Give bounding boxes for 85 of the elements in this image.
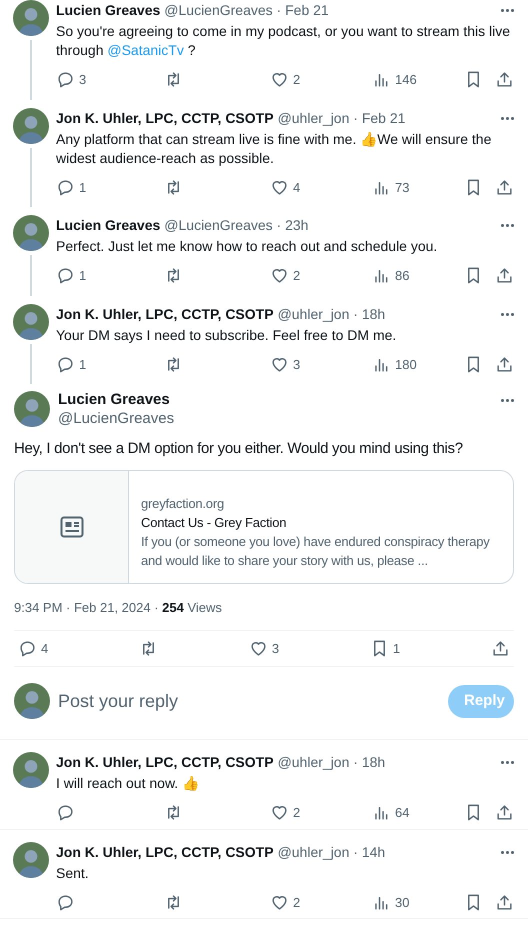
reply-icon xyxy=(56,266,75,286)
heart-button[interactable]: 2 xyxy=(270,70,372,90)
bar-chart-button[interactable]: 86 xyxy=(372,266,464,286)
author-handle[interactable]: @uhler_jon · Feb 21 xyxy=(278,108,406,128)
reply-icon xyxy=(56,354,75,374)
avatar[interactable] xyxy=(13,0,49,36)
bookmark-button[interactable]: 1 xyxy=(370,638,400,658)
author-name[interactable]: Jon K. Uhler, LPC, CCTP, CSOTP xyxy=(56,752,274,773)
avatar[interactable] xyxy=(13,108,49,144)
avatar[interactable] xyxy=(13,215,49,251)
author-handle[interactable]: @LucienGreaves · Feb 21 xyxy=(164,0,329,21)
avatar[interactable] xyxy=(13,304,49,340)
share-button[interactable] xyxy=(495,803,514,822)
author-name[interactable]: Jon K. Uhler, LPC, CCTP, CSOTP xyxy=(56,304,274,324)
reply-icon xyxy=(56,178,75,197)
more-icon[interactable] xyxy=(501,398,514,402)
article-icon xyxy=(60,516,84,538)
share-button[interactable] xyxy=(495,70,514,90)
link-domain: greyfaction.org xyxy=(141,495,225,513)
author-handle[interactable]: @uhler_jon · 18h xyxy=(278,304,386,324)
author-name[interactable]: Lucien Greaves xyxy=(58,390,493,409)
more-icon[interactable] xyxy=(501,312,514,316)
reply-icon xyxy=(56,70,75,90)
more-icon[interactable] xyxy=(501,8,514,12)
avatar[interactable] xyxy=(14,391,50,427)
share-icon xyxy=(495,354,514,374)
post-text: So you're agreeing to come in my podcast, or you want to stream this live through @SatanicTv ? xyxy=(56,22,512,60)
link-card[interactable]: greyfaction.org Contact Us - Grey Faction If you (or someone you love) have endured conspiracy therapy and would like to share your story with us, please ... xyxy=(14,470,514,584)
share-button[interactable] xyxy=(495,178,514,197)
post-text: I will reach out now. 👍 xyxy=(56,774,200,793)
post-text: Your DM says I need to subscribe. Feel free to DM me. xyxy=(56,326,398,344)
heart-icon xyxy=(270,266,289,286)
heart-icon xyxy=(270,70,289,90)
post-text: Hey, I don't see a DM option for you either. Would you mind using this? xyxy=(14,439,464,459)
more-icon[interactable] xyxy=(501,116,514,120)
bar-chart-button[interactable]: 64 xyxy=(372,803,464,822)
share-icon xyxy=(495,178,514,197)
reply-button[interactable]: 1 xyxy=(56,266,164,286)
bar-chart-button[interactable]: 30 xyxy=(372,892,464,912)
heart-button[interactable]: 3 xyxy=(270,354,372,374)
reply-button[interactable]: 4 xyxy=(18,638,48,658)
post-timestamp: 9:34 PM · Feb 21, 2024 · 254 Views xyxy=(14,598,514,630)
heart-button[interactable]: 2 xyxy=(270,266,372,286)
bar-chart-button[interactable]: 180 xyxy=(372,354,464,374)
author-name[interactable]: Lucien Greaves xyxy=(56,0,160,21)
bar-chart-button[interactable]: 73 xyxy=(372,178,464,197)
share-icon xyxy=(495,892,514,912)
heart-button[interactable]: 3 xyxy=(248,638,280,658)
reply-icon xyxy=(56,803,75,822)
bar-chart-button[interactable]: 146 xyxy=(372,70,464,90)
heart-button[interactable]: 2 xyxy=(270,803,372,822)
reply-button[interactable]: 3 xyxy=(56,70,164,90)
author-name[interactable]: Jon K. Uhler, LPC, CCTP, CSOTP xyxy=(56,842,274,862)
heart-button[interactable]: 2 xyxy=(270,892,372,912)
author-handle[interactable]: @LucienGreaves · 23h xyxy=(164,215,308,236)
share-button[interactable] xyxy=(490,638,510,658)
post-text: Perfect. Just let me know how to reach out and schedule you. xyxy=(56,237,438,256)
reply-icon xyxy=(56,892,75,912)
post-text: Any platform that can stream live is fine with me. 👍We will ensure the widest audience-reach as possible. xyxy=(56,130,492,168)
share-button[interactable] xyxy=(495,892,514,912)
author-handle[interactable]: @uhler_jon · 18h xyxy=(278,752,386,773)
link-title: Contact Us - Grey Faction xyxy=(141,514,288,532)
heart-icon xyxy=(270,803,289,822)
share-button[interactable] xyxy=(495,354,514,374)
more-icon[interactable] xyxy=(501,760,514,764)
share-icon xyxy=(495,266,514,286)
share-icon xyxy=(495,70,514,90)
reply-button[interactable]: 1 xyxy=(56,354,164,374)
author-handle[interactable]: @uhler_jon · 14h xyxy=(278,842,386,862)
share-icon xyxy=(495,803,514,822)
heart-button[interactable]: 4 xyxy=(270,178,372,197)
reply-icon xyxy=(18,638,37,658)
link-description: If you (or someone you love) have endured conspiracy therapy and would like to share your story with us, please ... xyxy=(141,533,491,570)
author-name[interactable]: Jon K. Uhler, LPC, CCTP, CSOTP xyxy=(56,108,274,128)
post-text: Sent. xyxy=(56,864,90,882)
avatar[interactable] xyxy=(14,683,50,719)
more-icon[interactable] xyxy=(501,224,514,228)
share-icon xyxy=(490,638,510,658)
author-handle[interactable]: @LucienGreaves xyxy=(58,409,493,428)
reply-button[interactable]: 1 xyxy=(56,178,164,197)
avatar[interactable] xyxy=(13,752,49,788)
more-icon[interactable] xyxy=(501,850,514,854)
author-name[interactable]: Lucien Greaves xyxy=(56,215,160,236)
avatar[interactable] xyxy=(13,842,49,878)
share-button[interactable] xyxy=(495,266,514,286)
